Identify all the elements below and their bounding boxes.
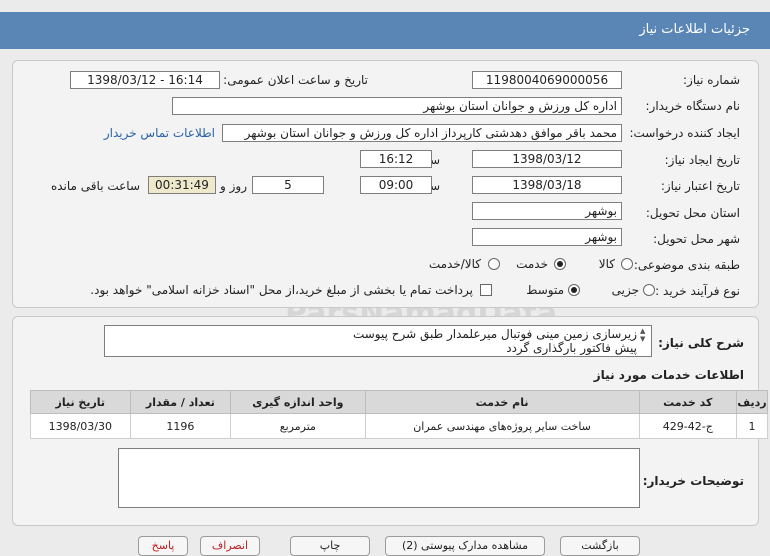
created-date-label: تاریخ ایجاد نیاز: xyxy=(664,153,740,167)
back-button[interactable]: بازگشت xyxy=(560,536,640,556)
col-name: نام خدمت xyxy=(364,390,640,414)
table-header-row: ردیف کد خدمت نام خدمت واحد اندازه گیری ت… xyxy=(30,390,768,414)
services-title: اطلاعات خدمات مورد نیاز xyxy=(593,368,744,382)
city-label: شهر محل تحویل: xyxy=(653,232,740,246)
payment-note: پرداخت تمام یا بخشی از مبلغ خرید،از محل … xyxy=(90,283,473,297)
process-option-minor: جزیی xyxy=(611,283,639,297)
reply-button[interactable]: پاسخ xyxy=(138,536,188,556)
print-button[interactable]: چاپ xyxy=(290,536,370,556)
category-option-goods: کالا xyxy=(598,257,615,271)
validity-date-field: 1398/03/18 xyxy=(472,176,622,194)
attachments-button[interactable]: مشاهده مدارک پیوستی (2) xyxy=(385,536,545,556)
category-option-service: خدمت xyxy=(516,257,548,271)
remaining-time-label: ساعت باقی مانده xyxy=(50,179,140,193)
announce-label: تاریخ و ساعت اعلان عمومی: xyxy=(223,73,368,87)
category-radio-goods-service[interactable] xyxy=(488,258,500,270)
contact-info-link[interactable]: اطلاعات تماس خریدار xyxy=(104,126,215,140)
city-field: بوشهر xyxy=(472,228,622,246)
days-label: روز و xyxy=(220,179,247,193)
requester-label: ایجاد کننده درخواست: xyxy=(629,126,740,140)
summary-scroll-arrows-icon[interactable]: ▲ ▼ xyxy=(640,327,645,343)
need-number-label: شماره نیاز: xyxy=(683,73,740,87)
summary-line-2: پیش فاکتور بارگذاری گردد xyxy=(506,341,637,355)
cell-unit: مترمربع xyxy=(230,413,366,439)
buyer-org-field: اداره کل ورزش و جوانان استان بوشهر xyxy=(172,97,622,115)
cell-name: ساخت سایر پروژه‌های مهندسی عمران xyxy=(364,413,640,439)
category-radio-service[interactable] xyxy=(554,258,566,270)
created-time-field: 16:12 xyxy=(360,150,432,168)
col-row: ردیف xyxy=(736,390,768,414)
validity-time-field: 09:00 xyxy=(360,176,432,194)
category-option-goods-service: کالا/خدمت xyxy=(428,257,481,271)
cancel-button[interactable]: انصراف xyxy=(200,536,260,556)
province-label: استان محل تحویل: xyxy=(645,206,740,220)
buyer-org-label: نام دستگاه خریدار: xyxy=(645,99,741,113)
announce-field: 1398/03/12 - 16:14 xyxy=(70,71,220,89)
process-radio-medium[interactable] xyxy=(568,284,580,296)
summary-line-1: زیرسازی زمین مینی فوتبال میرعلمدار طبق ش… xyxy=(352,327,637,341)
cell-code: ج-42-429 xyxy=(638,413,738,439)
col-unit: واحد اندازه گیری xyxy=(230,390,366,414)
buyer-notes-label: توضیحات خریدار: xyxy=(642,474,744,488)
category-radio-goods[interactable] xyxy=(621,258,633,270)
need-number-field: 1198004069000056 xyxy=(472,71,622,89)
validity-date-label: تاریخ اعتبار نیاز: xyxy=(660,179,740,193)
page-title: جزئیات اطلاعات نیاز xyxy=(639,22,750,37)
remaining-time-field: 00:31:49 xyxy=(148,176,216,194)
days-remaining-field: 5 xyxy=(252,176,324,194)
col-code: کد خدمت xyxy=(638,390,738,414)
category-label: طبقه بندی موضوعی: xyxy=(633,258,740,272)
col-date: تاریخ نیاز xyxy=(30,390,131,414)
cell-date: 1398/03/30 xyxy=(30,413,131,439)
cell-row: 1 xyxy=(736,413,768,439)
cell-qty: 1196 xyxy=(129,413,232,439)
buyer-notes-box xyxy=(118,448,640,508)
table-row[interactable]: 1 ج-42-429 ساخت سایر پروژه‌های مهندسی عم… xyxy=(30,413,768,439)
summary-label: شرح کلی نیاز: xyxy=(658,336,744,350)
process-label: نوع فرآیند خرید : xyxy=(655,284,740,298)
requester-field: محمد باقر موافق دهدشتی کارپرداز اداره کل… xyxy=(222,124,622,142)
process-option-medium: متوسط xyxy=(526,283,564,297)
summary-textarea: زیرسازی زمین مینی فوتبال میرعلمدار طبق ش… xyxy=(104,325,652,357)
page-header: جزئیات اطلاعات نیاز xyxy=(0,12,770,49)
treasury-checkbox[interactable] xyxy=(480,284,492,296)
col-qty: تعداد / مقدار xyxy=(129,390,232,414)
created-date-field: 1398/03/12 xyxy=(472,150,622,168)
services-table: ردیف کد خدمت نام خدمت واحد اندازه گیری ت… xyxy=(30,390,768,439)
process-radio-minor[interactable] xyxy=(643,284,655,296)
province-field: بوشهر xyxy=(472,202,622,220)
